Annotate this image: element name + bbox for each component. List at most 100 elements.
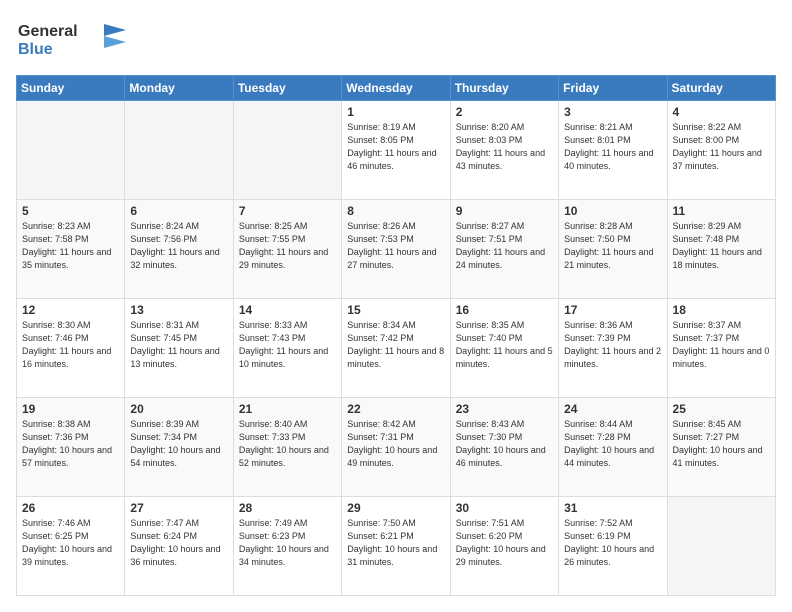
day-cell: 20 Sunrise: 8:39 AM Sunset: 7:34 PM Dayli… [125,398,233,497]
logo-text: General Blue [16,16,126,65]
day-content: Sunrise: 8:22 AM Sunset: 8:00 PM Dayligh… [673,121,770,173]
day-cell: 29Sunrise: 7:50 AM Sunset: 6:21 PM Dayli… [342,497,450,596]
weekday-header-monday: Monday [125,76,233,101]
day-content: Sunrise: 8:37 AM Sunset: 7:37 PM Dayligh… [673,319,770,371]
day-cell [17,101,125,200]
day-content: Sunrise: 8:28 AM Sunset: 7:50 PM Dayligh… [564,220,661,272]
day-cell: 19Sunrise: 8:38 AM Sunset: 7:36 PM Dayli… [17,398,125,497]
svg-text:General: General [18,23,78,40]
day-number: 10 [564,204,661,218]
day-number: 27 [130,501,227,515]
day-content: Sunrise: 8:24 AM Sunset: 7:56 PM Dayligh… [130,220,227,272]
day-content: Sunrise: 8:26 AM Sunset: 7:53 PM Dayligh… [347,220,444,272]
day-content: Sunrise: 8:23 AM Sunset: 7:58 PM Dayligh… [22,220,119,272]
day-cell: 8 Sunrise: 8:26 AM Sunset: 7:53 PM Daylig… [342,200,450,299]
day-cell: 23 Sunrise: 8:43 AM Sunset: 7:30 PM Dayli… [450,398,558,497]
weekday-header-saturday: Saturday [667,76,775,101]
day-number: 15 [347,303,444,317]
day-content: Sunrise: 8:31 AM Sunset: 7:45 PM Dayligh… [130,319,227,371]
day-content: Sunrise: 8:42 AM Sunset: 7:31 PM Dayligh… [347,418,444,470]
day-number: 5 [22,204,119,218]
day-number: 16 [456,303,553,317]
day-cell: 28Sunrise: 7:49 AM Sunset: 6:23 PM Dayli… [233,497,341,596]
day-cell: 18 Sunrise: 8:37 AM Sunset: 7:37 PM Dayli… [667,299,775,398]
day-content: Sunrise: 7:51 AM Sunset: 6:20 PM Dayligh… [456,517,553,569]
day-number: 29 [347,501,444,515]
day-cell: 15Sunrise: 8:34 AM Sunset: 7:42 PM Dayli… [342,299,450,398]
day-cell: 5 Sunrise: 8:23 AM Sunset: 7:58 PM Daylig… [17,200,125,299]
day-number: 23 [456,402,553,416]
day-number: 9 [456,204,553,218]
day-number: 6 [130,204,227,218]
weekday-header-sunday: Sunday [17,76,125,101]
day-cell: 25Sunrise: 8:45 AM Sunset: 7:27 PM Dayli… [667,398,775,497]
day-number: 8 [347,204,444,218]
day-cell: 22Sunrise: 8:42 AM Sunset: 7:31 PM Dayli… [342,398,450,497]
day-content: Sunrise: 7:47 AM Sunset: 6:24 PM Dayligh… [130,517,227,569]
calendar-page: General Blue SundayMondayTuesdayWednesda… [0,0,792,612]
day-content: Sunrise: 8:43 AM Sunset: 7:30 PM Dayligh… [456,418,553,470]
day-content: Sunrise: 8:30 AM Sunset: 7:46 PM Dayligh… [22,319,119,371]
day-cell: 31 Sunrise: 7:52 AM Sunset: 6:19 PM Dayli… [559,497,667,596]
day-cell: 4 Sunrise: 8:22 AM Sunset: 8:00 PM Daylig… [667,101,775,200]
weekday-header-thursday: Thursday [450,76,558,101]
week-row-2: 5 Sunrise: 8:23 AM Sunset: 7:58 PM Daylig… [17,200,776,299]
day-cell: 30 Sunrise: 7:51 AM Sunset: 6:20 PM Dayli… [450,497,558,596]
header: General Blue [16,16,776,65]
day-content: Sunrise: 8:39 AM Sunset: 7:34 PM Dayligh… [130,418,227,470]
day-number: 21 [239,402,336,416]
week-row-3: 12 Sunrise: 8:30 AM Sunset: 7:46 PM Dayli… [17,299,776,398]
day-number: 7 [239,204,336,218]
day-content: Sunrise: 8:44 AM Sunset: 7:28 PM Dayligh… [564,418,661,470]
day-number: 3 [564,105,661,119]
day-number: 13 [130,303,227,317]
day-cell: 14Sunrise: 8:33 AM Sunset: 7:43 PM Dayli… [233,299,341,398]
day-number: 31 [564,501,661,515]
day-content: Sunrise: 8:40 AM Sunset: 7:33 PM Dayligh… [239,418,336,470]
weekday-header-tuesday: Tuesday [233,76,341,101]
day-cell: 2 Sunrise: 8:20 AM Sunset: 8:03 PM Daylig… [450,101,558,200]
week-row-4: 19Sunrise: 8:38 AM Sunset: 7:36 PM Dayli… [17,398,776,497]
day-cell: 1Sunrise: 8:19 AM Sunset: 8:05 PM Daylig… [342,101,450,200]
day-content: Sunrise: 8:38 AM Sunset: 7:36 PM Dayligh… [22,418,119,470]
day-content: Sunrise: 7:46 AM Sunset: 6:25 PM Dayligh… [22,517,119,569]
day-content: Sunrise: 8:36 AM Sunset: 7:39 PM Dayligh… [564,319,661,371]
day-number: 18 [673,303,770,317]
day-cell: 6 Sunrise: 8:24 AM Sunset: 7:56 PM Daylig… [125,200,233,299]
day-number: 20 [130,402,227,416]
day-cell: 13 Sunrise: 8:31 AM Sunset: 7:45 PM Dayli… [125,299,233,398]
day-cell: 10 Sunrise: 8:28 AM Sunset: 7:50 PM Dayli… [559,200,667,299]
day-cell: 16 Sunrise: 8:35 AM Sunset: 7:40 PM Dayli… [450,299,558,398]
day-number: 1 [347,105,444,119]
day-number: 17 [564,303,661,317]
day-cell: 7 Sunrise: 8:25 AM Sunset: 7:55 PM Daylig… [233,200,341,299]
day-content: Sunrise: 8:27 AM Sunset: 7:51 PM Dayligh… [456,220,553,272]
day-number: 30 [456,501,553,515]
day-content: Sunrise: 8:25 AM Sunset: 7:55 PM Dayligh… [239,220,336,272]
day-cell: 24Sunrise: 8:44 AM Sunset: 7:28 PM Dayli… [559,398,667,497]
day-cell: 9 Sunrise: 8:27 AM Sunset: 7:51 PM Daylig… [450,200,558,299]
day-number: 2 [456,105,553,119]
day-cell [233,101,341,200]
day-number: 11 [673,204,770,218]
day-content: Sunrise: 8:20 AM Sunset: 8:03 PM Dayligh… [456,121,553,173]
day-number: 4 [673,105,770,119]
day-cell: 11 Sunrise: 8:29 AM Sunset: 7:48 PM Dayli… [667,200,775,299]
day-cell: 17 Sunrise: 8:36 AM Sunset: 7:39 PM Dayli… [559,299,667,398]
weekday-header-wednesday: Wednesday [342,76,450,101]
day-cell [125,101,233,200]
day-cell: 3 Sunrise: 8:21 AM Sunset: 8:01 PM Daylig… [559,101,667,200]
day-content: Sunrise: 8:35 AM Sunset: 7:40 PM Dayligh… [456,319,553,371]
day-content: Sunrise: 7:52 AM Sunset: 6:19 PM Dayligh… [564,517,661,569]
calendar-table: SundayMondayTuesdayWednesdayThursdayFrid… [16,75,776,596]
day-cell: 12 Sunrise: 8:30 AM Sunset: 7:46 PM Dayli… [17,299,125,398]
day-cell: 21 Sunrise: 8:40 AM Sunset: 7:33 PM Dayli… [233,398,341,497]
day-number: 14 [239,303,336,317]
day-content: Sunrise: 8:29 AM Sunset: 7:48 PM Dayligh… [673,220,770,272]
day-number: 28 [239,501,336,515]
day-content: Sunrise: 8:45 AM Sunset: 7:27 PM Dayligh… [673,418,770,470]
day-content: Sunrise: 8:21 AM Sunset: 8:01 PM Dayligh… [564,121,661,173]
weekday-header-friday: Friday [559,76,667,101]
day-number: 12 [22,303,119,317]
week-row-5: 26Sunrise: 7:46 AM Sunset: 6:25 PM Dayli… [17,497,776,596]
